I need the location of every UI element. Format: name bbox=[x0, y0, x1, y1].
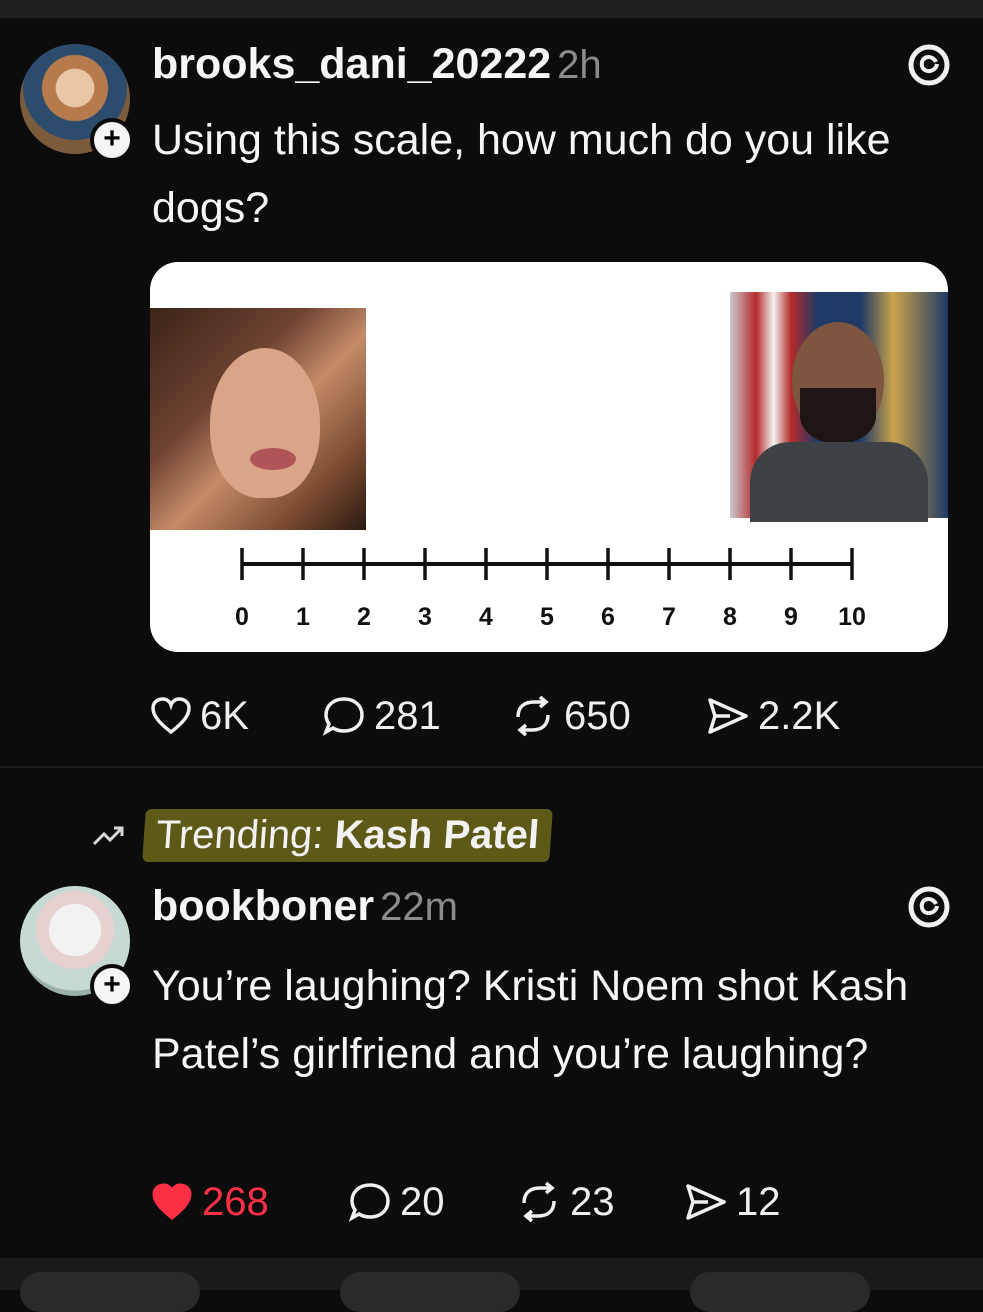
trending-icon bbox=[92, 826, 124, 846]
scale-label: 5 bbox=[540, 603, 554, 631]
post-actions: 268 20 23 12 bbox=[150, 1177, 910, 1227]
post-time: 2h bbox=[557, 43, 602, 87]
heart-icon bbox=[151, 697, 191, 735]
scale-label: 3 bbox=[418, 603, 432, 631]
reply-count: 20 bbox=[400, 1179, 445, 1224]
username[interactable]: bookboner bbox=[152, 882, 374, 930]
threads-logo-icon[interactable] bbox=[906, 42, 952, 88]
repost-button[interactable]: 23 bbox=[516, 1177, 615, 1227]
tab-pill[interactable] bbox=[690, 1272, 870, 1312]
scale-label: 8 bbox=[723, 603, 737, 631]
like-count: 6K bbox=[200, 693, 249, 738]
trending-tag[interactable]: Trending: Kash Patel bbox=[90, 808, 554, 862]
share-button[interactable]: 12 bbox=[684, 1177, 781, 1227]
scale-label: 9 bbox=[784, 603, 798, 631]
top-status-bar bbox=[0, 0, 983, 18]
share-icon bbox=[686, 1184, 726, 1220]
repost-count: 23 bbox=[570, 1179, 615, 1224]
post-header: bookboner 22m bbox=[152, 882, 458, 931]
tab-pill[interactable] bbox=[340, 1272, 520, 1312]
tab-pill[interactable] bbox=[20, 1272, 200, 1312]
scale-label: 6 bbox=[601, 603, 615, 631]
trending-prefix: Trending: bbox=[154, 812, 326, 857]
trending-label: Trending: Kash Patel bbox=[142, 808, 554, 862]
repost-icon bbox=[516, 695, 550, 737]
repost-icon bbox=[522, 1181, 556, 1223]
trending-topic[interactable]: Kash Patel bbox=[333, 813, 541, 857]
bottom-tab-bar bbox=[0, 1258, 983, 1312]
post-text: Using this scale, how much do you like d… bbox=[152, 116, 891, 232]
scale-graphic: 0 1 2 3 4 5 6 7 8 9 10 bbox=[235, 548, 866, 631]
share-icon bbox=[708, 698, 748, 734]
scale-label: 10 bbox=[838, 603, 866, 631]
post-text: You’re laughing? Kristi Noem shot Kash P… bbox=[152, 962, 909, 1078]
scale-label: 1 bbox=[296, 603, 310, 631]
reply-button[interactable]: 281 bbox=[322, 691, 441, 741]
reply-button[interactable]: 20 bbox=[348, 1177, 445, 1227]
like-button[interactable]: 6K bbox=[150, 691, 249, 741]
share-count: 12 bbox=[736, 1179, 781, 1224]
post-time: 22m bbox=[380, 885, 458, 929]
comment-icon bbox=[348, 1183, 390, 1222]
like-count: 268 bbox=[202, 1179, 269, 1224]
comment-icon bbox=[322, 697, 364, 736]
post-brooks-dani: + brooks_dani_20222 2h Using this scale, … bbox=[0, 18, 983, 766]
share-button[interactable]: 2.2K bbox=[706, 691, 840, 741]
reply-count: 281 bbox=[374, 693, 441, 738]
scale-label: 2 bbox=[357, 603, 371, 631]
username[interactable]: brooks_dani_20222 bbox=[152, 40, 551, 88]
photo-woman bbox=[150, 308, 366, 530]
post-actions: 6K 281 650 2.2K bbox=[150, 691, 910, 741]
post-bookboner: Trending: Kash Patel + bookboner 22m You’… bbox=[0, 768, 983, 1258]
like-button[interactable]: 268 bbox=[150, 1177, 269, 1227]
photo-man bbox=[730, 292, 948, 522]
scale-label: 7 bbox=[662, 603, 676, 631]
heart-icon bbox=[152, 1183, 192, 1220]
threads-logo-icon[interactable] bbox=[906, 884, 952, 930]
post-header: brooks_dani_20222 2h bbox=[152, 40, 602, 89]
follow-plus-icon[interactable]: + bbox=[90, 964, 134, 1008]
scale-label: 0 bbox=[235, 603, 249, 631]
scale-label: 4 bbox=[479, 603, 493, 631]
post-image[interactable]: 0 1 2 3 4 5 6 7 8 9 10 bbox=[150, 262, 948, 652]
repost-count: 650 bbox=[564, 693, 631, 738]
follow-plus-icon[interactable]: + bbox=[90, 118, 134, 162]
share-count: 2.2K bbox=[758, 693, 841, 738]
repost-button[interactable]: 650 bbox=[510, 691, 631, 741]
